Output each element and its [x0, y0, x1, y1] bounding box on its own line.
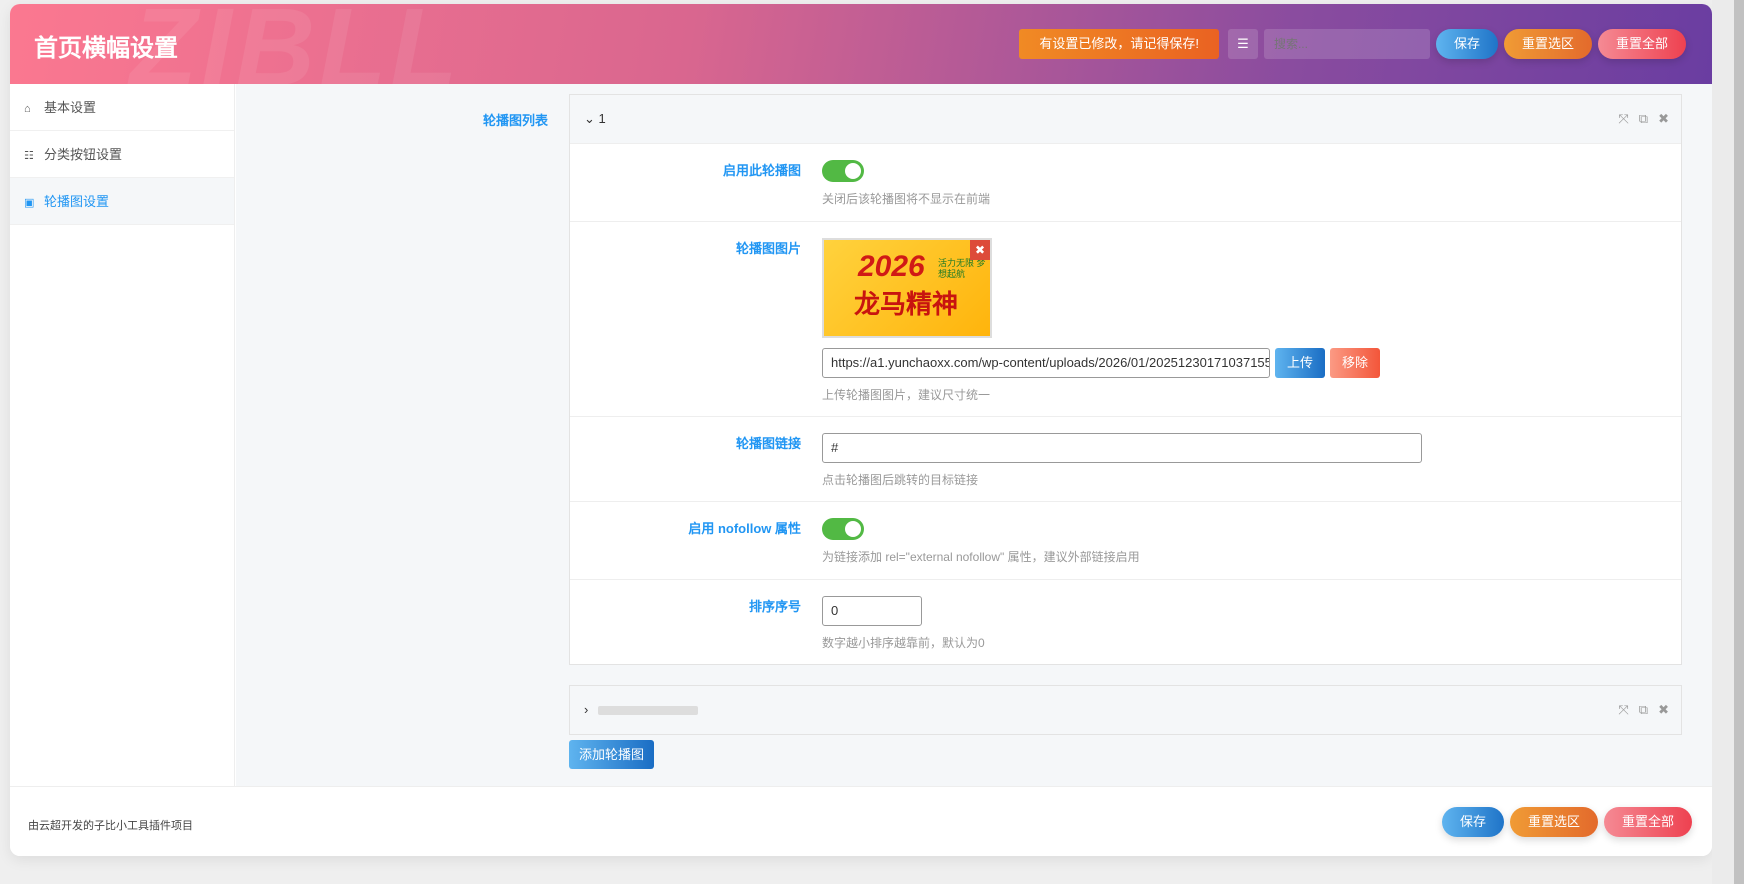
field-label: 轮播图图片 [735, 241, 801, 256]
slide-title-placeholder [597, 706, 698, 716]
footer-reset-all-button[interactable]: 重置全部 [1603, 807, 1692, 837]
sidebar-item-category-buttons[interactable]: ☷ 分类按钮设置 [10, 131, 234, 178]
preview-text: 活力无限 梦想起航 [938, 258, 986, 279]
field-order: 排序序号 0 数字越小排序越靠前，默认为0 [570, 579, 1681, 664]
remove-button[interactable]: 移除 [1330, 348, 1381, 378]
preview-text: 龙马精神 [854, 289, 959, 319]
nofollow-toggle[interactable] [822, 518, 864, 540]
sidebar-item-carousel[interactable]: ▣ 轮播图设置 [10, 178, 234, 225]
slide-title: 1 [598, 111, 606, 126]
footer: 由云超开发的子比小工具插件项目 保存 重置选区 重置全部 [10, 786, 1712, 856]
field-desc: 上传轮播图图片，建议尺寸统一 [822, 388, 991, 402]
footer-save-button[interactable]: 保存 [1441, 807, 1504, 837]
accordion-header[interactable]: ⌄ 1 ⤧ ⧉ ✖ [570, 95, 1681, 143]
watermark-logo: ZIBLL [130, 4, 462, 84]
sidebar-item-basic[interactable]: ⌂ 基本设置 [10, 84, 234, 131]
chevron-right-icon: › [584, 702, 589, 717]
field-enable: 启用此轮播图 关闭后该轮播图将不显示在前端 [570, 143, 1681, 221]
image-preview: 2026 龙马精神 活力无限 梦想起航 ✖ [822, 238, 992, 338]
field-desc: 关闭后该轮播图将不显示在前端 [822, 192, 991, 206]
field-label: 启用 nofollow 属性 [688, 521, 801, 536]
fullscreen-icon[interactable]: ⤧ [1618, 686, 1628, 734]
unsaved-notice: 有设置已修改，请记得保存! [1019, 29, 1219, 59]
save-button[interactable]: 保存 [1435, 29, 1498, 59]
section-label: 轮播图列表 [483, 113, 549, 128]
preview-text: 2026 [858, 250, 925, 283]
field-desc: 为链接添加 rel="external nofollow" 属性，建议外部链接启… [822, 550, 1140, 564]
fullscreen-icon[interactable]: ⤧ [1618, 95, 1628, 143]
reset-all-button[interactable]: 重置全部 [1597, 29, 1686, 59]
slide-accordion: ⌄ 1 ⤧ ⧉ ✖ 启用此轮播图 关闭后该轮播图将不显示在前端 轮播图图片 20… [569, 94, 1682, 665]
sidebar-item-label: 分类按钮设置 [44, 147, 123, 162]
expand-all-icon[interactable]: ☰ [1227, 29, 1258, 59]
field-label: 启用此轮播图 [722, 163, 801, 178]
field-label: 轮播图链接 [735, 436, 801, 451]
home-icon: ⌂ [24, 103, 31, 115]
sidebar-item-label: 轮播图设置 [44, 194, 110, 209]
field-label: 排序序号 [748, 599, 801, 614]
image-icon: ▣ [24, 197, 35, 209]
search-input[interactable] [1263, 29, 1430, 59]
field-desc: 数字越小排序越靠前，默认为0 [822, 636, 985, 650]
add-slide-button[interactable]: 添加轮播图 [569, 740, 655, 769]
enable-toggle[interactable] [822, 160, 864, 182]
header: ZIBLL 首页横幅设置 有设置已修改，请记得保存! ☰ 保存 重置选区 重置全… [10, 4, 1712, 84]
clone-icon[interactable]: ⧉ [1639, 95, 1648, 143]
slide-accordion-collapsed: › ⤧ ⧉ ✖ [569, 685, 1682, 735]
image-url-input[interactable]: https://a1.yunchaoxx.com/wp-content/uplo… [822, 348, 1270, 378]
footer-text: 由云超开发的子比小工具插件项目 [28, 820, 193, 832]
field-link: 轮播图链接 # 点击轮播图后跳转的目标链接 [570, 416, 1681, 501]
accordion-header[interactable]: › ⤧ ⧉ ✖ [570, 686, 1681, 734]
scrollbar-thumb[interactable] [1734, 0, 1744, 884]
field-desc: 点击轮播图后跳转的目标链接 [822, 473, 979, 487]
close-icon[interactable]: ✖ [1658, 686, 1669, 734]
close-icon[interactable]: ✖ [1658, 95, 1669, 143]
footer-reset-section-button[interactable]: 重置选区 [1509, 807, 1598, 837]
clone-icon[interactable]: ⧉ [1639, 686, 1648, 734]
sidebar: ⌂ 基本设置 ☷ 分类按钮设置 ▣ 轮播图设置 [10, 84, 235, 786]
order-input[interactable]: 0 [822, 596, 922, 626]
reset-section-button[interactable]: 重置选区 [1503, 29, 1592, 59]
scrollbar[interactable] [1712, 0, 1744, 884]
chevron-down-icon: ⌄ [584, 111, 595, 126]
field-image: 轮播图图片 2026 龙马精神 活力无限 梦想起航 ✖ https://a1.y… [570, 221, 1681, 416]
list-icon: ☷ [24, 150, 34, 162]
upload-button[interactable]: 上传 [1275, 348, 1326, 378]
sidebar-item-label: 基本设置 [44, 100, 97, 115]
main-content: 轮播图列表 ⌄ 1 ⤧ ⧉ ✖ 启用此轮播图 关闭后该轮播图将不显示在前端 轮播… [236, 84, 1712, 786]
remove-image-icon[interactable]: ✖ [970, 240, 990, 260]
field-nofollow: 启用 nofollow 属性 为链接添加 rel="external nofol… [570, 501, 1681, 579]
page-title: 首页横幅设置 [34, 35, 178, 62]
link-input[interactable]: # [822, 433, 1422, 463]
settings-panel: ZIBLL 首页横幅设置 有设置已修改，请记得保存! ☰ 保存 重置选区 重置全… [10, 4, 1712, 856]
